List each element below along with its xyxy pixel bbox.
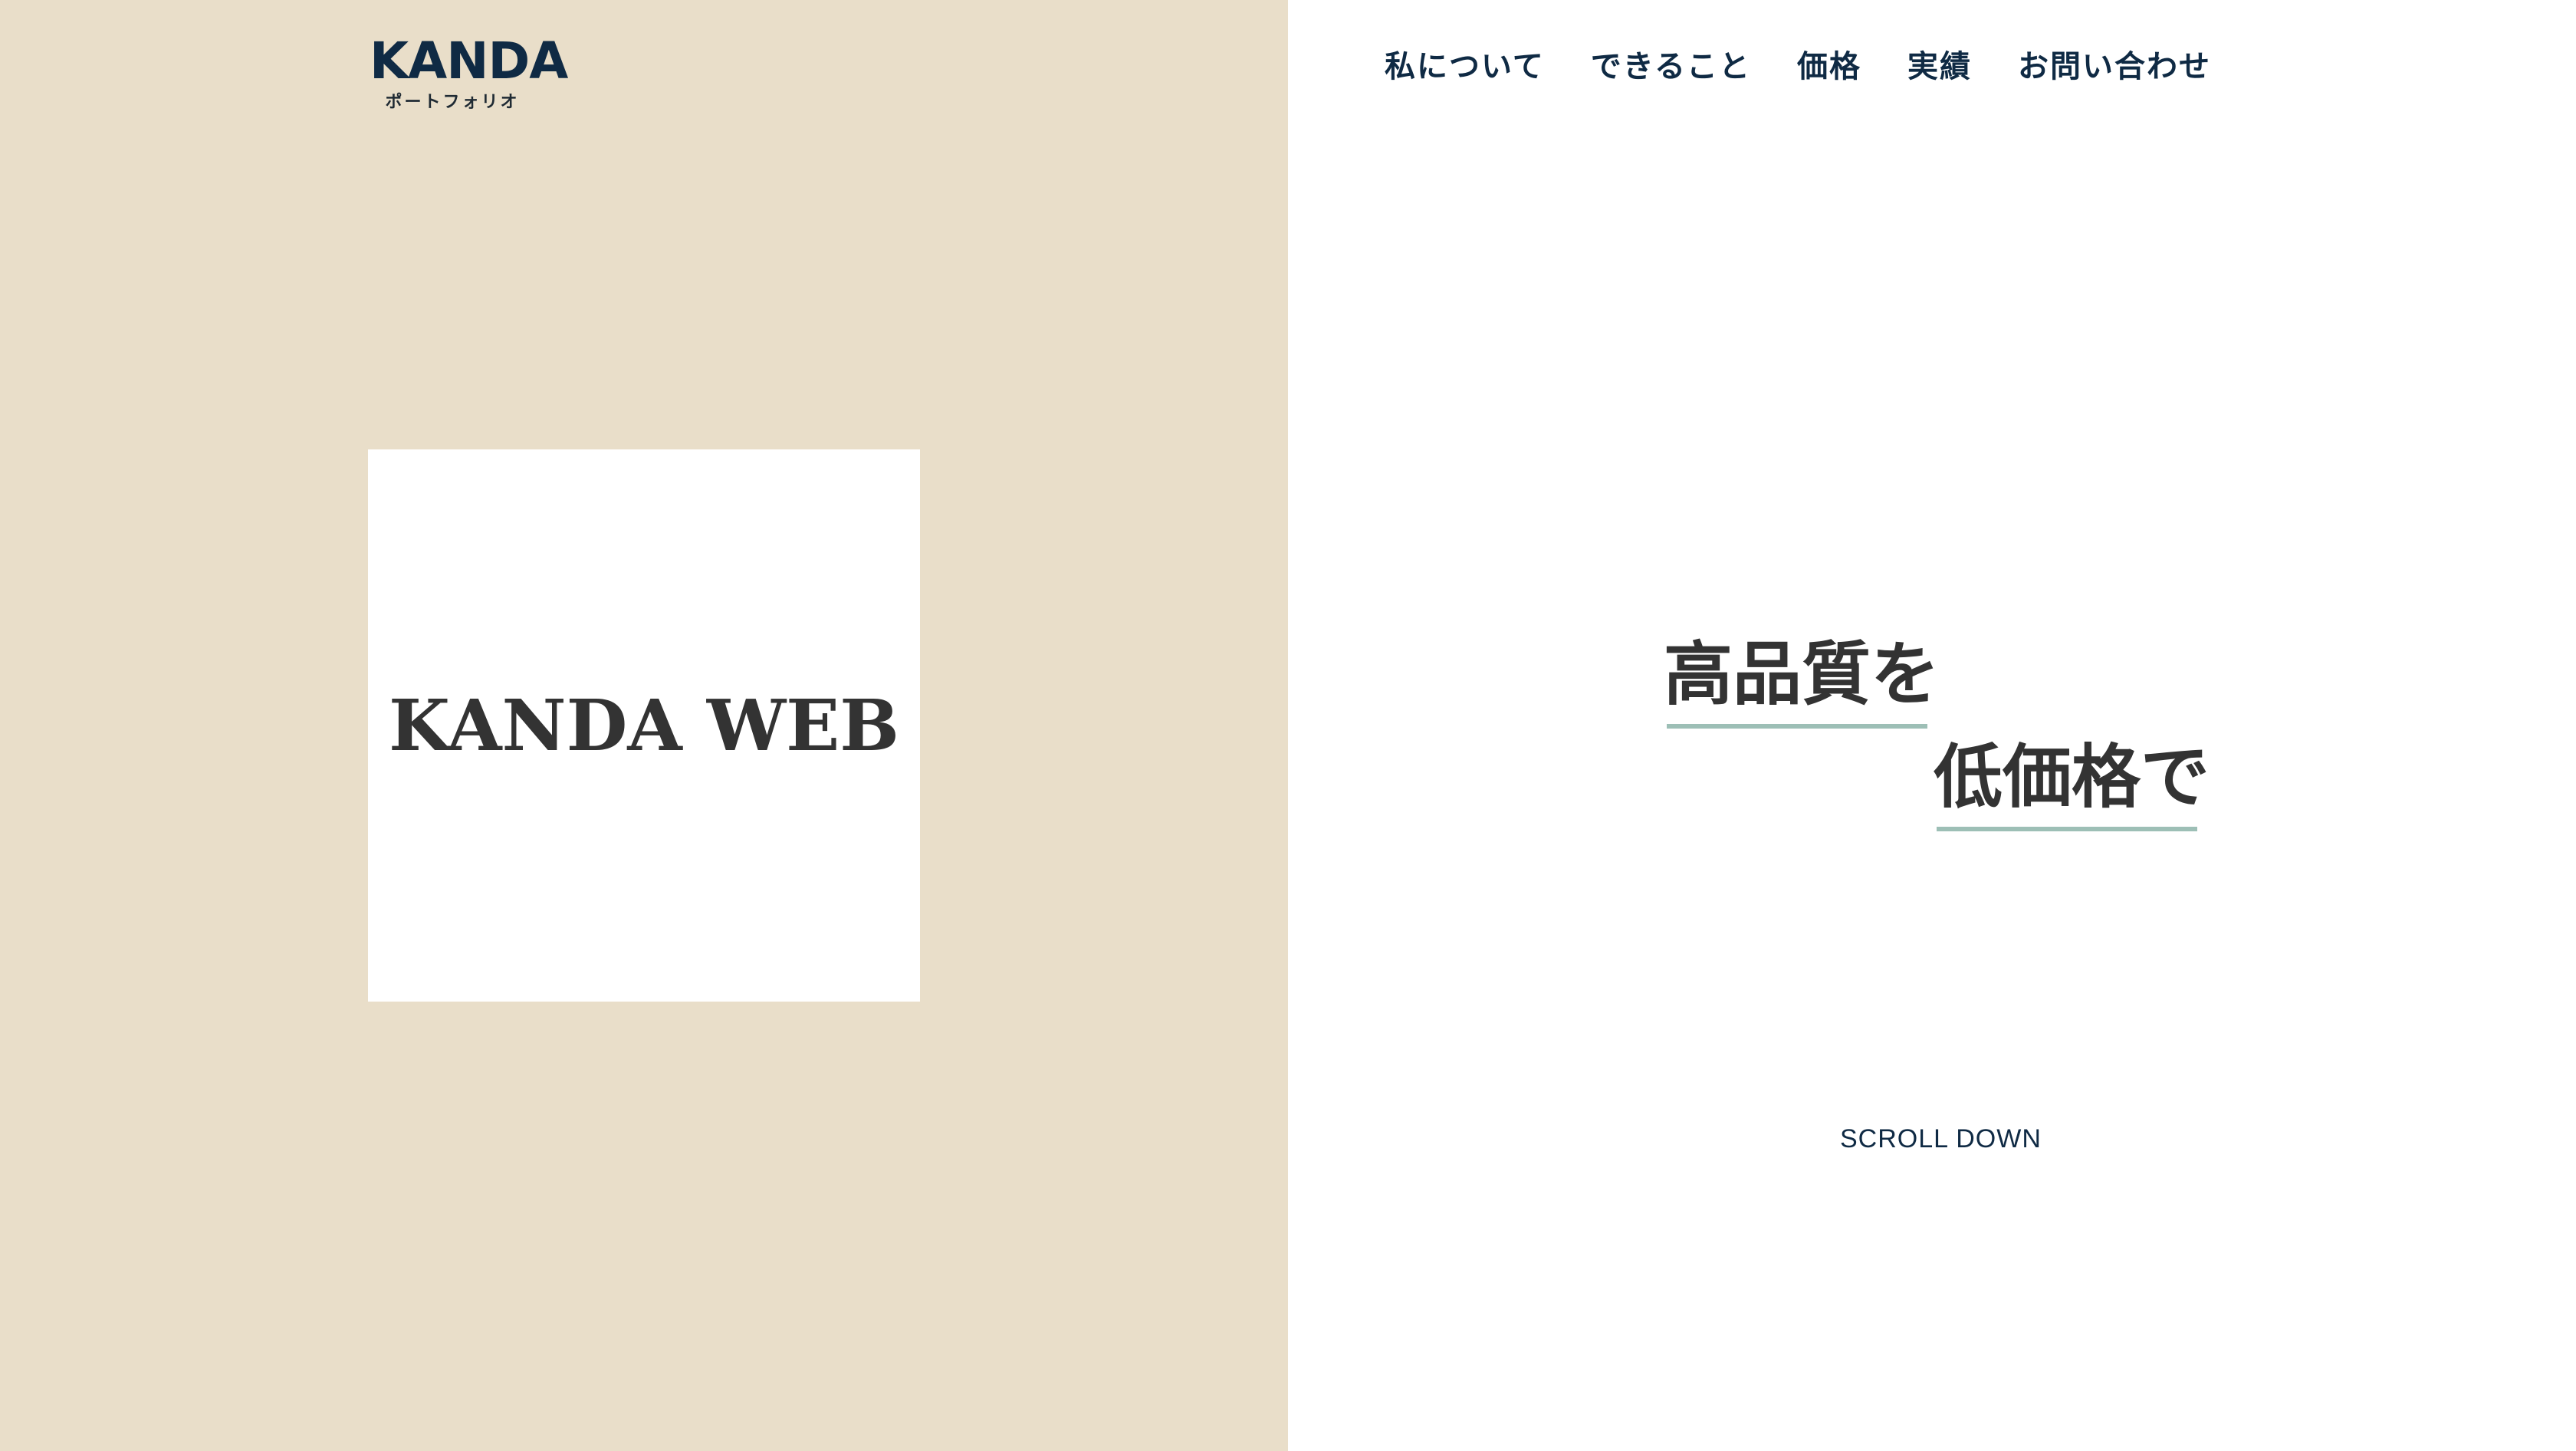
hero-catch-line-2: 低価格で	[1934, 737, 2210, 818]
hero-card-title: KANDA WEB	[388, 684, 900, 767]
logo-subtitle: ポートフォリオ	[385, 93, 520, 112]
nav-item-contact[interactable]: お問い合わせ	[2018, 41, 2211, 86]
hero-catch-line-1: 高品質を	[1664, 634, 1940, 715]
nav-item-works[interactable]: 実績	[1907, 41, 1972, 86]
right-panel	[1288, 0, 2576, 1451]
page: KANDA ポートフォリオ KANDA WEB 私について できること 価格 実…	[0, 0, 2576, 1451]
catch-line-2-underline	[1937, 827, 2197, 831]
logo-main-text: KANDA	[370, 31, 568, 90]
hero-card: KANDA WEB	[368, 449, 920, 1002]
nav-item-price[interactable]: 価格	[1797, 41, 1861, 86]
main-nav: 私について できること 価格 実績 お問い合わせ	[1385, 41, 2211, 86]
catch-line-1-underline	[1667, 724, 1927, 729]
scroll-down-link[interactable]: SCROLL DOWN	[1840, 1124, 2041, 1154]
left-panel: KANDA ポートフォリオ KANDA WEB	[0, 0, 1288, 1451]
site-logo[interactable]: KANDA ポートフォリオ	[370, 31, 568, 114]
nav-item-skills[interactable]: できること	[1591, 41, 1751, 86]
nav-item-about[interactable]: 私について	[1385, 41, 1545, 86]
